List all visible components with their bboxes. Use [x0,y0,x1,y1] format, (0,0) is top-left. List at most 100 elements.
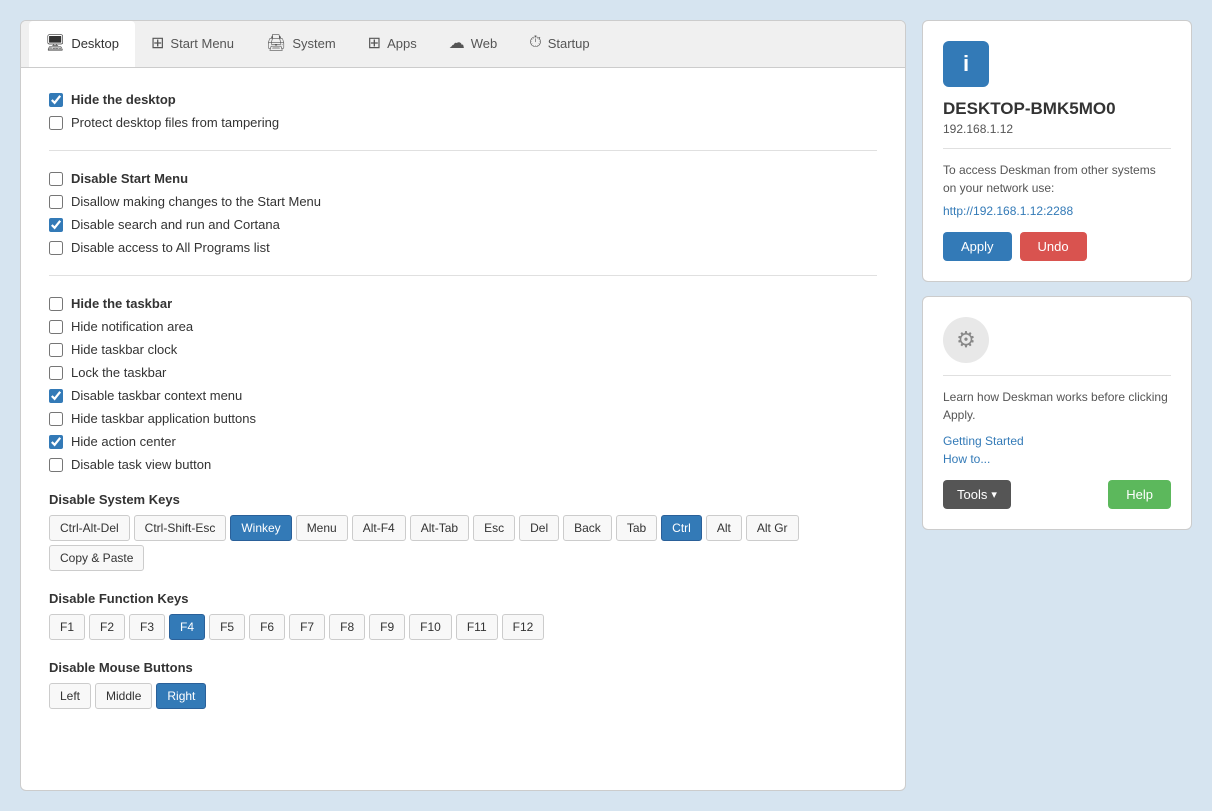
key-f1[interactable]: F1 [49,614,85,640]
key-back[interactable]: Back [563,515,612,541]
tab-startup[interactable]: ⏱ Startup [513,21,605,67]
access-text: To access Deskman from other systems on … [943,161,1171,197]
hide-taskbar-checkbox[interactable] [49,297,63,311]
key-ctrl-alt-del[interactable]: Ctrl-Alt-Del [49,515,130,541]
disable-search-label: Disable search and run and Cortana [71,217,280,232]
divider-1 [49,150,877,151]
startup-icon: ⏱ [529,34,541,52]
tab-desktop[interactable]: 🖥 Desktop [29,21,135,67]
web-icon: ☁ [449,33,465,53]
apps-icon: ⊞ [368,33,381,53]
checkbox-disable-search: Disable search and run and Cortana [49,217,877,232]
key-esc[interactable]: Esc [473,515,515,541]
key-alt[interactable]: Alt [706,515,742,541]
checkbox-protect-files: Protect desktop files from tampering [49,115,877,130]
main-content: Hide the desktop Protect desktop files f… [21,68,905,753]
checkbox-disable-start: Disable Start Menu [49,171,877,186]
key-f2[interactable]: F2 [89,614,125,640]
section-system-keys: Disable System Keys Ctrl-Alt-Del Ctrl-Sh… [49,492,877,571]
how-to-link[interactable]: How to... [943,452,1171,466]
disable-start-label: Disable Start Menu [71,171,188,186]
access-url[interactable]: http://192.168.1.12:2288 [943,204,1073,218]
key-f11[interactable]: F11 [456,614,498,640]
hide-action-center-label: Hide action center [71,434,176,449]
action-buttons: Apply Undo [943,232,1171,261]
info-icon-wrap: i [943,41,1171,87]
checkbox-lock-taskbar: Lock the taskbar [49,365,877,380]
gear-icon: ⚙ [943,317,989,363]
hide-notification-label: Hide notification area [71,319,193,334]
disable-context-label: Disable taskbar context menu [71,388,242,403]
tab-apps[interactable]: ⊞ Apps [352,21,433,67]
help-button[interactable]: Help [1108,480,1171,509]
section-mouse-buttons: Disable Mouse Buttons Left Middle Right [49,660,877,709]
key-f7[interactable]: F7 [289,614,325,640]
key-copy-paste[interactable]: Copy & Paste [49,545,144,571]
tab-system[interactable]: 🖨 System [250,21,352,67]
checkbox-disallow-changes: Disallow making changes to the Start Men… [49,194,877,209]
key-alt-gr[interactable]: Alt Gr [746,515,799,541]
tools-label: Tools [957,487,987,502]
hide-app-buttons-checkbox[interactable] [49,412,63,426]
key-menu[interactable]: Menu [296,515,348,541]
hide-notification-checkbox[interactable] [49,320,63,334]
section-desktop: Hide the desktop Protect desktop files f… [49,92,877,130]
key-ctrl[interactable]: Ctrl [661,515,702,541]
main-panel: 🖥 Desktop ⊞ Start Menu 🖨 System ⊞ Apps ☁… [20,20,906,791]
checkbox-hide-notification: Hide notification area [49,319,877,334]
undo-button[interactable]: Undo [1020,232,1087,261]
hide-app-buttons-label: Hide taskbar application buttons [71,411,256,426]
protect-files-label: Protect desktop files from tampering [71,115,279,130]
key-del[interactable]: Del [519,515,559,541]
tab-system-label: System [292,36,335,51]
tab-startup-label: Startup [548,36,590,51]
key-f4[interactable]: F4 [169,614,205,640]
section-taskbar: Hide the taskbar Hide notification area … [49,296,877,472]
mouse-buttons-keys: Left Middle Right [49,683,877,709]
key-winkey[interactable]: Winkey [230,515,291,541]
key-f6[interactable]: F6 [249,614,285,640]
hide-action-center-checkbox[interactable] [49,435,63,449]
tab-start-menu-label: Start Menu [170,36,234,51]
hide-clock-checkbox[interactable] [49,343,63,357]
key-f9[interactable]: F9 [369,614,405,640]
computer-name: DESKTOP-BMK5MO0 [943,99,1171,119]
tab-start-menu[interactable]: ⊞ Start Menu [135,21,250,67]
apply-button[interactable]: Apply [943,232,1012,261]
info-card: i DESKTOP-BMK5MO0 192.168.1.12 To access… [922,20,1192,282]
hide-desktop-label: Hide the desktop [71,92,176,107]
key-ctrl-shift-esc[interactable]: Ctrl-Shift-Esc [134,515,227,541]
key-middle[interactable]: Middle [95,683,152,709]
getting-started-link[interactable]: Getting Started [943,434,1171,448]
key-left[interactable]: Left [49,683,91,709]
lock-taskbar-checkbox[interactable] [49,366,63,380]
hide-taskbar-label: Hide the taskbar [71,296,172,311]
disable-start-checkbox[interactable] [49,172,63,186]
tab-desktop-label: Desktop [71,36,119,51]
key-right[interactable]: Right [156,683,206,709]
function-keys-label: Disable Function Keys [49,591,877,606]
key-f5[interactable]: F5 [209,614,245,640]
tools-button[interactable]: Tools [943,480,1011,509]
disable-task-view-checkbox[interactable] [49,458,63,472]
key-tab[interactable]: Tab [616,515,657,541]
checkbox-disable-programs: Disable access to All Programs list [49,240,877,255]
key-alt-tab[interactable]: Alt-Tab [410,515,469,541]
key-f8[interactable]: F8 [329,614,365,640]
help-card: ⚙ Learn how Deskman works before clickin… [922,296,1192,530]
section-function-keys: Disable Function Keys F1 F2 F3 F4 F5 F6 … [49,591,877,640]
disable-programs-checkbox[interactable] [49,241,63,255]
right-panel: i DESKTOP-BMK5MO0 192.168.1.12 To access… [922,20,1192,791]
tab-web[interactable]: ☁ Web [433,21,514,67]
protect-files-checkbox[interactable] [49,116,63,130]
key-alt-f4[interactable]: Alt-F4 [352,515,406,541]
system-keys-label: Disable System Keys [49,492,877,507]
key-f12[interactable]: F12 [502,614,545,640]
key-f3[interactable]: F3 [129,614,165,640]
hide-desktop-checkbox[interactable] [49,93,63,107]
key-f10[interactable]: F10 [409,614,452,640]
disable-search-checkbox[interactable] [49,218,63,232]
disallow-changes-checkbox[interactable] [49,195,63,209]
start-menu-icon: ⊞ [151,33,164,53]
disable-context-checkbox[interactable] [49,389,63,403]
